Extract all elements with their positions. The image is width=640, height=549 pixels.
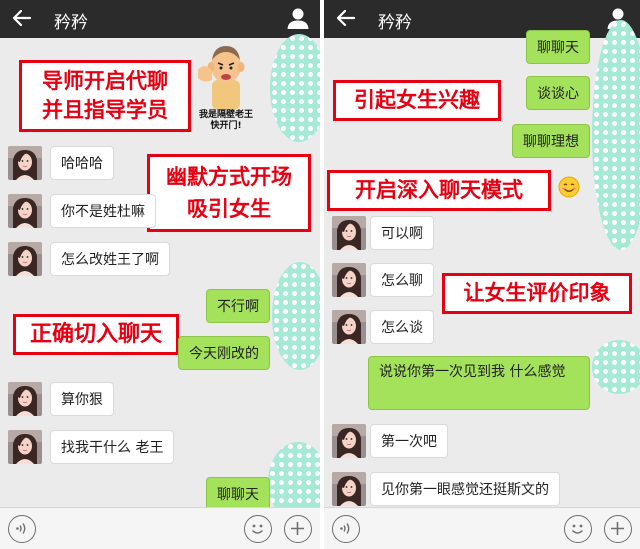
decorative-dots <box>592 20 640 250</box>
emoji-button[interactable] <box>244 515 272 543</box>
overlay-caption-impression: 让女生评价印象 <box>442 273 632 314</box>
input-bar <box>324 507 640 549</box>
contact-avatar[interactable] <box>332 263 366 297</box>
top-bar: 矜矜 <box>324 0 640 38</box>
chat-panel-right: 矜矜 引起女生兴趣 开启深入聊天模式 让女生评价印象 聊聊天 谈谈心 聊聊理想 … <box>324 0 640 549</box>
emoji-icon <box>251 524 264 534</box>
overlay-caption-deep: 开启深入聊天模式 <box>327 170 551 211</box>
input-bar <box>0 507 320 549</box>
contact-avatar[interactable] <box>332 472 366 506</box>
laowang-sticker-image: 我是隔壁老王 快开门! <box>194 40 258 132</box>
decorative-dots <box>270 34 320 142</box>
contact-avatar[interactable] <box>332 310 366 344</box>
contact-avatar[interactable] <box>332 216 366 250</box>
message-bubble-incoming[interactable]: 可以啊 <box>370 216 434 250</box>
overlay-caption-humor: 幽默方式开场 吸引女生 <box>147 154 311 232</box>
plus-icon <box>611 522 624 535</box>
message-bubble-incoming[interactable]: 算你狠 <box>50 382 114 416</box>
voice-input-icon <box>340 523 350 534</box>
voice-input-icon <box>16 523 26 534</box>
chat-panel-left: 矜矜 我是隔壁老王 快开门! 导师开启代聊 并且指导学员 幽默方式开场 吸引女生 <box>0 0 320 549</box>
message-bubble-incoming[interactable]: 找我干什么 老王 <box>50 430 175 464</box>
decorative-dots <box>592 340 640 394</box>
message-bubble-outgoing[interactable]: 今天刚改的 <box>178 336 270 370</box>
laowang-cartoon-icon <box>198 46 245 110</box>
chat-title: 矜矜 <box>378 13 412 33</box>
message-bubble-outgoing[interactable]: 说说你第一次见到我 什么感觉 <box>368 356 590 410</box>
plus-icon <box>291 522 304 535</box>
sticker-caption-line1: 我是隔壁老王 <box>198 110 253 120</box>
contact-avatar[interactable] <box>332 424 366 458</box>
message-bubble-outgoing[interactable]: 聊聊理想 <box>512 124 590 158</box>
voice-input-button[interactable] <box>332 515 360 543</box>
smiling-face-emoji <box>558 176 580 198</box>
message-bubble-outgoing[interactable]: 谈谈心 <box>526 76 590 110</box>
contact-avatar[interactable] <box>8 242 42 276</box>
message-bubble-incoming[interactable]: 你不是姓杜嘛 <box>50 194 156 228</box>
message-bubble-incoming[interactable]: 见你第一眼感觉还挺斯文的 <box>370 472 560 506</box>
contact-avatar[interactable] <box>8 194 42 228</box>
more-options-button[interactable] <box>604 515 632 543</box>
emoji-button[interactable] <box>564 515 592 543</box>
message-bubble-incoming[interactable]: 怎么聊 <box>370 263 434 297</box>
overlay-caption-mentor: 导师开启代聊 并且指导学员 <box>19 60 191 132</box>
back-arrow-icon[interactable] <box>334 6 358 30</box>
chat-title: 矜矜 <box>54 13 88 33</box>
message-bubble-incoming[interactable]: 哈哈哈 <box>50 146 114 180</box>
message-bubble-incoming[interactable]: 第一次吧 <box>370 424 448 458</box>
sticker-caption-line2: 快开门! <box>210 121 242 131</box>
overlay-caption-entry: 正确切入聊天 <box>13 314 179 355</box>
contact-avatar[interactable] <box>8 430 42 464</box>
message-bubble-outgoing[interactable]: 不行啊 <box>206 289 270 323</box>
message-bubble-outgoing[interactable]: 聊聊天 <box>526 30 590 64</box>
message-bubble-incoming[interactable]: 怎么谈 <box>370 310 434 344</box>
emoji-icon <box>571 524 584 534</box>
top-bar: 矜矜 <box>0 0 320 38</box>
message-bubble-outgoing[interactable]: 聊聊天 <box>206 477 270 511</box>
contact-avatar[interactable] <box>8 146 42 180</box>
decorative-dots <box>272 262 320 370</box>
message-bubble-incoming[interactable]: 怎么改姓王了啊 <box>50 242 170 276</box>
contact-avatar[interactable] <box>8 382 42 416</box>
user-profile-icon[interactable] <box>286 6 310 30</box>
more-options-button[interactable] <box>284 515 312 543</box>
overlay-caption-interest: 引起女生兴趣 <box>333 80 501 121</box>
voice-input-button[interactable] <box>8 515 36 543</box>
back-arrow-icon[interactable] <box>10 6 34 30</box>
